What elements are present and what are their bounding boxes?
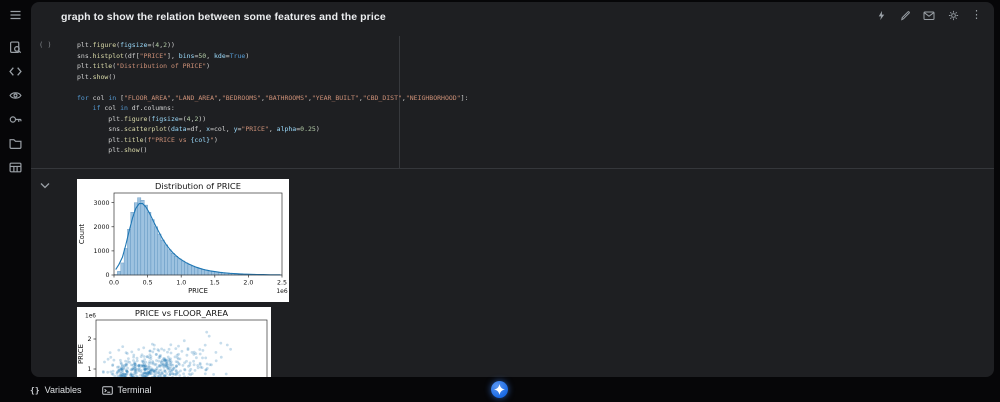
braces-icon: {} <box>30 385 40 395</box>
svg-text:2: 2 <box>87 336 91 343</box>
eye-icon[interactable] <box>7 87 23 103</box>
status-bar: {} Variables Terminal <box>0 378 1000 402</box>
svg-text:1: 1 <box>87 366 91 373</box>
key-icon[interactable] <box>7 111 23 127</box>
svg-text:PRICE: PRICE <box>188 287 208 295</box>
gemini-spark-icon <box>494 384 505 395</box>
notebook-app: graph to show the relation between some … <box>0 0 1000 402</box>
code-line: plt.show() <box>77 72 117 81</box>
notebook-cell: graph to show the relation between some … <box>31 2 994 377</box>
code-line: plt.title(f"PRICE vs {col}") <box>77 135 218 144</box>
settings-icon[interactable] <box>947 9 959 21</box>
code-line: sns.histplot(df["PRICE"], bins=50, kde=T… <box>77 51 250 60</box>
sidebar <box>0 0 30 378</box>
code-icon[interactable] <box>7 63 23 79</box>
svg-text:2.0: 2.0 <box>243 280 253 287</box>
svg-text:PRICE: PRICE <box>77 344 85 364</box>
menu-icon[interactable] <box>7 7 23 23</box>
code-line: plt.figure(figsize=(4,2)) <box>77 114 207 123</box>
file-search-icon[interactable] <box>7 39 23 55</box>
code-editor[interactable]: plt.figure(figsize=(4,2)) sns.histplot(df… <box>77 40 994 156</box>
code-line: for col in ["FLOOR_AREA","LAND_AREA","BE… <box>77 93 469 102</box>
folder-icon[interactable] <box>7 135 23 151</box>
code-line: sns.scatterplot(data=df, x=col, y="PRICE… <box>77 125 320 133</box>
svg-text:PRICE vs FLOOR_AREA: PRICE vs FLOOR_AREA <box>135 308 229 318</box>
cell-toolbar: ⋮ <box>875 9 982 21</box>
svg-text:1000: 1000 <box>93 248 109 255</box>
svg-text:Count: Count <box>78 224 86 245</box>
svg-text:1.5: 1.5 <box>210 280 220 287</box>
terminal-label: Terminal <box>117 385 152 395</box>
more-options-icon[interactable]: ⋮ <box>971 9 982 21</box>
code-line: plt.figure(figsize=(4,2)) <box>77 41 175 49</box>
svg-text:0.0: 0.0 <box>109 280 119 287</box>
svg-text:1.0: 1.0 <box>176 280 186 287</box>
code-line: plt.show() <box>77 146 148 154</box>
svg-text:0.5: 0.5 <box>143 280 153 287</box>
svg-text:1e6: 1e6 <box>85 314 96 320</box>
terminal-button[interactable]: Terminal <box>101 385 152 395</box>
svg-text:1e6: 1e6 <box>276 288 288 295</box>
collapse-output-chevron-icon[interactable] <box>40 176 50 194</box>
edit-icon[interactable] <box>899 9 911 21</box>
run-cell-indicator[interactable]: ( ) <box>39 41 52 49</box>
table-icon[interactable] <box>7 159 23 175</box>
output-chart-histogram: Distribution of PRICE 0 1000 2000 3000 0.0 0.5… <box>77 179 289 302</box>
ai-assistant-button[interactable] <box>491 381 508 398</box>
cell-title: graph to show the relation between some … <box>61 11 386 23</box>
code-cell: ( ) plt.figure(figsize=(4,2)) sns.histplo… <box>31 36 994 169</box>
code-line: if col in df.columns: <box>92 104 175 112</box>
svg-text:Distribution of PRICE: Distribution of PRICE <box>155 181 241 191</box>
svg-text:2000: 2000 <box>93 224 109 231</box>
variables-label: Variables <box>44 385 82 395</box>
svg-text:3000: 3000 <box>93 200 109 207</box>
terminal-icon <box>101 385 113 395</box>
output-area: Distribution of PRICE 0 1000 2000 3000 0.0 0.5… <box>31 169 994 377</box>
output-chart-scatter: PRICE vs FLOOR_AREA 1 2 1e6 PRICE <box>77 307 271 377</box>
flash-icon[interactable] <box>875 9 887 21</box>
mail-icon[interactable] <box>923 9 935 21</box>
variables-button[interactable]: {} Variables <box>30 385 82 395</box>
cell-header: graph to show the relation between some … <box>31 2 994 30</box>
svg-text:0: 0 <box>105 272 109 279</box>
svg-text:2.5: 2.5 <box>277 280 287 287</box>
code-line: plt.title("Distribution of PRICE") <box>77 62 211 70</box>
